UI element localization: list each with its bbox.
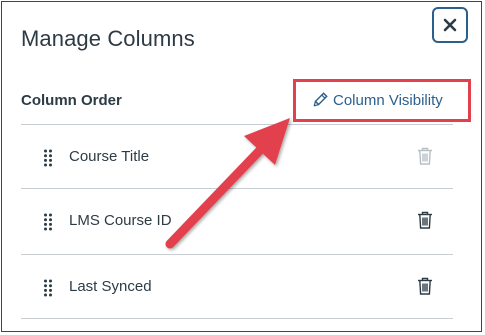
drag-handle-icon[interactable] <box>43 149 53 167</box>
column-row-course-title[interactable]: Course Title <box>21 128 453 188</box>
close-button[interactable] <box>432 7 468 43</box>
divider <box>21 188 453 189</box>
pencil-icon <box>313 92 328 107</box>
trash-icon <box>418 147 432 165</box>
column-visibility-link[interactable]: Column Visibility <box>311 92 443 109</box>
trash-icon[interactable] <box>417 211 433 229</box>
column-label: LMS Course ID <box>69 212 172 229</box>
column-visibility-label: Column Visibility <box>333 92 443 109</box>
divider <box>21 254 453 255</box>
close-icon <box>443 18 457 32</box>
column-order-label: Column Order <box>21 92 122 109</box>
dialog-title: Manage Columns <box>21 26 195 51</box>
column-row-last-synced[interactable]: Last Synced <box>21 258 453 318</box>
column-label: Course Title <box>69 148 150 165</box>
trash-icon[interactable] <box>417 277 433 295</box>
divider <box>21 318 453 319</box>
column-row-lms-course-id[interactable]: LMS Course ID <box>21 192 453 252</box>
drag-handle-icon[interactable] <box>43 213 53 231</box>
column-label: Last Synced <box>69 278 152 295</box>
divider <box>21 124 453 125</box>
drag-handle-icon[interactable] <box>43 279 53 297</box>
